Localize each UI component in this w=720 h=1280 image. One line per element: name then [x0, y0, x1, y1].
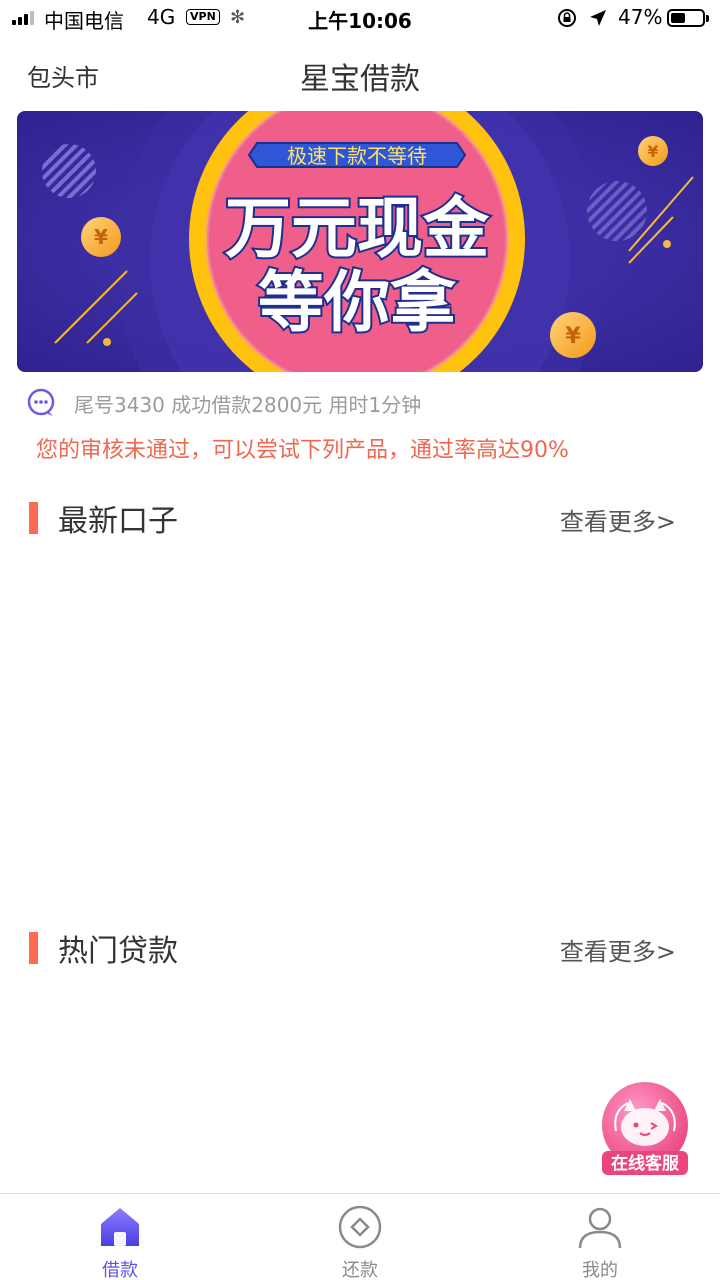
banner-headline-2: 等你拿: [258, 264, 457, 341]
view-more-link[interactable]: 查看更多>: [560, 502, 676, 537]
tab-label: 我的: [582, 1260, 618, 1280]
status-time: 上午10:06: [308, 9, 412, 33]
section-title: 最新口子: [58, 504, 178, 539]
battery-icon: [667, 9, 709, 27]
section-hot: 热门贷款 查看更多>: [0, 926, 720, 969]
tab-repay[interactable]: 还款: [300, 1194, 420, 1280]
notice-text: 尾号3430 成功借款2800元 用时1分钟: [74, 392, 422, 417]
review-failed-alert: 您的审核未通过，可以尝试下列产品，通过率高达90%: [36, 438, 569, 463]
page-title: 星宝借款: [300, 62, 420, 97]
banner-graphic: ¥ ¥ ¥ 极速下款不等待 万元现金 等你拿: [17, 111, 703, 372]
coin-symbol: ¥: [565, 324, 581, 349]
tab-borrow[interactable]: 借款: [60, 1194, 180, 1280]
online-service-button[interactable]: 在线客服: [598, 1081, 692, 1177]
service-label: 在线客服: [611, 1153, 680, 1174]
view-more-link[interactable]: 查看更多>: [560, 932, 676, 967]
bottom-tab-bar: 借款 还款 我的: [0, 1193, 720, 1280]
rotation-lock-icon: [558, 9, 576, 27]
coin-symbol: ¥: [94, 225, 108, 249]
tab-mine[interactable]: 我的: [540, 1194, 660, 1280]
user-icon: [578, 1207, 622, 1249]
banner-tagline: 极速下款不等待: [287, 144, 427, 168]
location-arrow-icon: [590, 10, 606, 26]
promo-banner[interactable]: ¥ ¥ ¥ 极速下款不等待 万元现金 等你拿: [17, 111, 703, 372]
battery-percent: 47%: [618, 5, 663, 29]
section-accent-bar: [29, 502, 38, 534]
home-icon: [101, 1208, 139, 1246]
coin-symbol: ¥: [647, 142, 658, 161]
section-title: 热门贷款: [58, 934, 178, 969]
tab-label: 借款: [102, 1260, 138, 1280]
loan-notice: 尾号3430 成功借款2800元 用时1分钟: [26, 388, 421, 418]
section-accent-bar: [29, 932, 38, 964]
repay-icon: [338, 1205, 382, 1249]
service-mascot-icon: 在线客服: [602, 1082, 688, 1175]
status-bar: 中国电信 4G VPN ✻ 上午10:06 47%: [0, 0, 720, 36]
tab-label: 还款: [342, 1260, 378, 1280]
section-latest: 最新口子 查看更多>: [0, 496, 720, 539]
chat-bubble-icon: [27, 388, 55, 416]
banner-headline-1: 万元现金: [225, 190, 490, 267]
